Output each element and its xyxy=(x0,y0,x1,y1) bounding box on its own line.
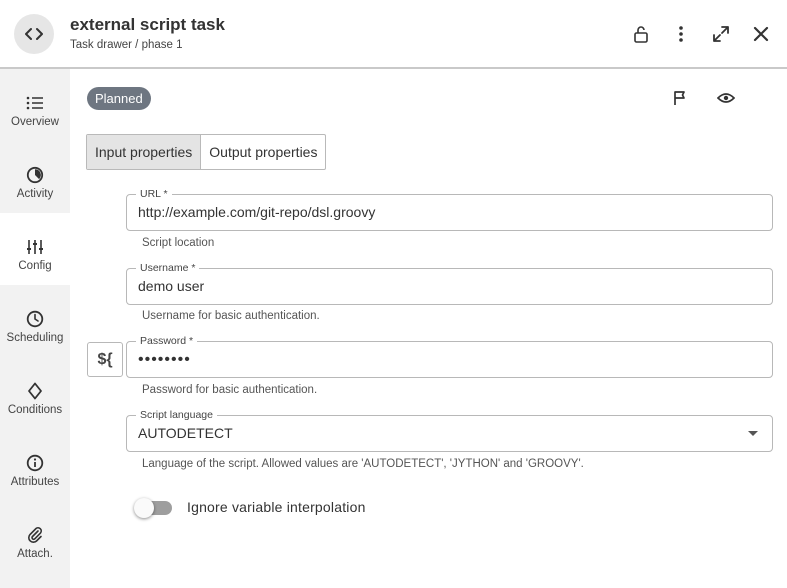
sidebar-item-label: Scheduling xyxy=(6,332,64,344)
sidebar-item-overview[interactable]: Overview xyxy=(0,69,70,141)
info-icon xyxy=(25,453,45,473)
more-vert-icon[interactable] xyxy=(669,22,693,46)
url-helper: Script location xyxy=(142,237,215,249)
toggle-knob xyxy=(134,498,154,518)
ignore-interpolation-label: Ignore variable interpolation xyxy=(187,499,366,515)
activity-icon xyxy=(25,165,45,185)
sliders-icon xyxy=(25,237,45,257)
username-helper: Username for basic authentication. xyxy=(142,310,320,322)
chevron-down-icon[interactable] xyxy=(748,431,758,436)
sidebar-item-label: Attach. xyxy=(17,548,53,560)
script-language-helper: Language of the script. Allowed values a… xyxy=(142,458,584,470)
url-value[interactable]: http://example.com/git-repo/dsl.groovy xyxy=(138,195,375,230)
code-icon xyxy=(14,14,54,54)
list-icon xyxy=(25,93,45,113)
tab-output-properties[interactable]: Output properties xyxy=(201,135,325,169)
username-value[interactable]: demo user xyxy=(138,269,204,304)
sidebar: Overview Activity Config Scheduling Cond… xyxy=(0,69,70,588)
sidebar-item-attachments[interactable]: Attach. xyxy=(0,501,70,573)
diamond-icon xyxy=(25,381,45,401)
drawer-header: external script task Task drawer / phase… xyxy=(0,0,787,69)
flag-icon[interactable] xyxy=(668,87,692,109)
breadcrumb: Task drawer / phase 1 xyxy=(70,39,183,51)
username-field[interactable]: Username * demo user xyxy=(126,261,773,305)
property-tabs: Input properties Output properties xyxy=(86,134,327,170)
task-title: external script task xyxy=(70,15,225,34)
tab-input-properties[interactable]: Input properties xyxy=(87,135,202,169)
sidebar-item-label: Overview xyxy=(11,116,59,128)
status-badge: Planned xyxy=(87,87,151,110)
close-icon[interactable] xyxy=(749,22,773,46)
ignore-interpolation-toggle[interactable] xyxy=(134,498,172,518)
url-field[interactable]: URL * http://example.com/git-repo/dsl.gr… xyxy=(126,187,773,231)
variable-insert-button[interactable]: ${ xyxy=(87,342,123,377)
script-language-value: AUTODETECT xyxy=(138,425,233,441)
sidebar-item-config[interactable]: Config xyxy=(0,213,70,285)
sidebar-item-label: Attributes xyxy=(10,476,60,488)
lock-open-icon[interactable] xyxy=(629,22,653,46)
sidebar-item-activity[interactable]: Activity xyxy=(0,141,70,213)
password-field[interactable]: Password * •••••••• xyxy=(126,334,773,378)
script-language-select[interactable]: Script language AUTODETECT xyxy=(126,408,773,452)
sidebar-item-attributes[interactable]: Attributes xyxy=(0,429,70,501)
expand-icon[interactable] xyxy=(709,22,733,46)
paperclip-icon xyxy=(25,525,45,545)
password-helper: Password for basic authentication. xyxy=(142,384,318,396)
sidebar-item-label: Config xyxy=(18,260,52,272)
sidebar-item-scheduling[interactable]: Scheduling xyxy=(0,285,70,357)
eye-icon[interactable] xyxy=(714,87,738,109)
sidebar-item-conditions[interactable]: Conditions xyxy=(0,357,70,429)
clock-icon xyxy=(25,309,45,329)
password-value[interactable]: •••••••• xyxy=(138,342,191,377)
sidebar-item-label: Activity xyxy=(16,188,54,200)
sidebar-item-label: Conditions xyxy=(7,404,63,416)
